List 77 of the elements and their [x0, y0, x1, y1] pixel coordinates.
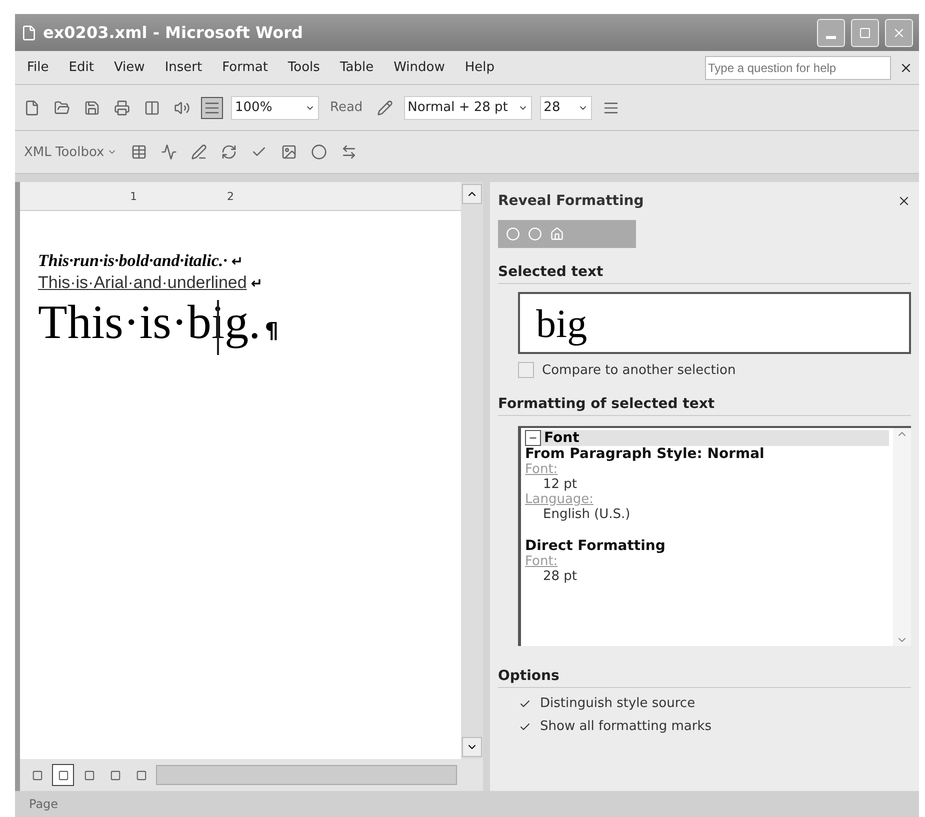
menu-item[interactable]: Table: [334, 58, 380, 77]
square-icon: [58, 770, 68, 780]
menu-item[interactable]: Edit: [62, 58, 100, 77]
maximize-icon: [859, 26, 871, 38]
property-value: English (U.S.): [542, 507, 632, 522]
refresh-icon: [221, 144, 238, 160]
horizontal-scrollbar[interactable]: [156, 765, 457, 785]
menu-item[interactable]: Format: [216, 58, 274, 77]
section-heading: Options: [498, 664, 911, 688]
read-button[interactable]: Read: [327, 97, 366, 118]
vertical-scrollbar[interactable]: [461, 182, 483, 759]
collapse-toggle[interactable]: [525, 430, 541, 446]
window-title: ex0203.xml - Microsoft Word: [43, 23, 304, 42]
square-icon: [110, 770, 120, 780]
columns-icon: [144, 100, 160, 116]
help-search-field[interactable]: Type a question for help: [705, 56, 891, 80]
paragraph-mark: ¶: [264, 319, 279, 344]
scroll-down-button[interactable]: [462, 737, 482, 757]
paragraph-mark: ↵: [250, 276, 263, 292]
lines-icon: [602, 100, 619, 116]
scroll-up-button[interactable]: [462, 184, 482, 204]
text-preview: big: [518, 292, 911, 354]
document-text: This·run·is·bold·and·italic.·: [38, 251, 228, 271]
close-icon[interactable]: [897, 194, 911, 208]
zoom-dropdown[interactable]: 100%: [231, 96, 319, 120]
save-icon: [84, 100, 100, 116]
menu-item[interactable]: Tools: [282, 58, 326, 77]
list-heading: From Paragraph Style: Normal: [525, 446, 766, 462]
square-icon: [32, 770, 42, 780]
check-icon: [519, 720, 531, 732]
pencil-icon: [376, 100, 393, 116]
maximize-button[interactable]: [851, 18, 879, 46]
minimize-button[interactable]: [817, 18, 845, 46]
menu-item[interactable]: Window: [388, 58, 451, 77]
section-heading: Selected text: [498, 260, 911, 284]
new-document-icon: [24, 100, 40, 116]
status-text: Page: [29, 797, 58, 811]
circle-icon: [311, 144, 328, 160]
check-icon: [519, 698, 531, 710]
print-icon: [114, 100, 130, 116]
speaker-icon: [174, 100, 190, 116]
xml-toolbox-button[interactable]: XML Toolbox: [21, 142, 120, 162]
close-button[interactable]: [885, 18, 913, 46]
checkbox[interactable]: [518, 362, 534, 378]
table-icon: [131, 144, 148, 160]
checkbox-label: Distinguish style source: [540, 696, 696, 711]
image-icon: [281, 144, 298, 160]
paragraph-mark: ↵: [231, 254, 244, 270]
font-size-dropdown[interactable]: 28: [540, 96, 592, 120]
property-value: 28 pt: [542, 569, 578, 584]
pane-title: Reveal Formatting: [498, 193, 644, 209]
view-button[interactable]: [52, 764, 74, 786]
document-text: This·is·Arial·and·underlined: [38, 273, 247, 293]
menu-item[interactable]: Help: [458, 58, 500, 77]
wave-icon: [161, 144, 178, 160]
menu-item[interactable]: File: [21, 58, 55, 77]
checkbox-label: Show all formatting marks: [540, 719, 712, 734]
menu-item[interactable]: Insert: [158, 58, 208, 77]
square-icon: [84, 770, 94, 780]
open-icon: [54, 100, 70, 116]
list-heading: Direct Formatting: [525, 538, 666, 554]
list-scrollbar[interactable]: [893, 428, 911, 646]
section-heading: Formatting of selected text: [498, 392, 911, 416]
property-value: 12 pt: [542, 477, 578, 492]
ruler-number: 1: [130, 190, 137, 202]
ruler-number: 2: [227, 190, 234, 202]
menu-item[interactable]: View: [108, 58, 151, 77]
document-icon: [21, 24, 37, 40]
minimize-icon: [826, 36, 836, 39]
lines-icon: [204, 100, 220, 116]
formatting-marks-button[interactable]: [201, 96, 223, 118]
group-label: Font: [544, 430, 580, 446]
square-icon: [136, 770, 146, 780]
arrows-icon: [341, 144, 358, 160]
pencil-icon: [191, 144, 208, 160]
style-dropdown[interactable]: Normal + 28 pt: [404, 96, 532, 120]
checkbox-label: Compare to another selection: [542, 362, 736, 378]
